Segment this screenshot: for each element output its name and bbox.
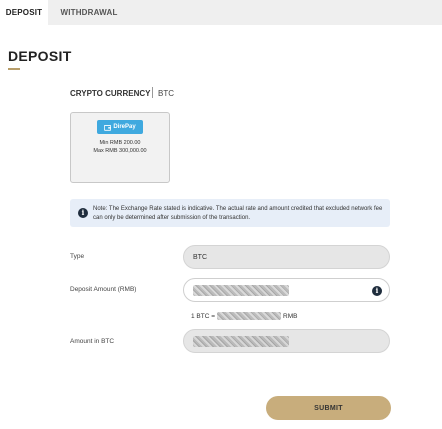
direpay-logo: DirePay (97, 120, 143, 134)
amount-in-btc-field (183, 329, 390, 353)
rate-prefix: 1 BTC = (191, 312, 216, 320)
submit-button[interactable]: SUBMIT (266, 396, 391, 420)
redacted-rate (217, 312, 282, 320)
title-underline (8, 68, 20, 70)
info-icon: i (78, 208, 88, 218)
rate-suffix: RMB (283, 312, 298, 320)
note-text: Note: The Exchange Rate stated is indica… (93, 206, 383, 221)
exchange-rate-line: 1 BTC = RMB (191, 311, 297, 321)
redacted-btc-amount (193, 335, 289, 347)
direpay-logo-text: DirePay (113, 124, 136, 130)
type-value: BTC (193, 253, 207, 261)
redacted-amount (193, 284, 289, 296)
exchange-rate-note: i Note: The Exchange Rate stated is indi… (70, 199, 390, 227)
payment-min-amount: Min RMB 200.00 (99, 140, 141, 146)
deposit-amount-label: Deposit Amount (RMB) (70, 286, 137, 293)
tab-deposit[interactable]: DEPOSIT (0, 0, 48, 25)
crypto-currency-label: CRYPTO CURRENCY (70, 89, 151, 98)
amount-info-icon[interactable]: i (372, 286, 382, 296)
crypto-currency-value: BTC (158, 89, 174, 98)
payment-max-amount: Max RMB 300,000.00 (93, 148, 147, 154)
tab-withdrawal[interactable]: WITHDRAWAL (48, 0, 130, 25)
payment-method-card[interactable]: DirePay Min RMB 200.00 Max RMB 300,000.0… (70, 112, 170, 183)
tab-bar: DEPOSIT WITHDRAWAL (0, 0, 442, 25)
amount-in-btc-label: Amount in BTC (70, 338, 115, 345)
deposit-amount-input[interactable]: i (183, 278, 390, 302)
page-title: DEPOSIT (8, 48, 72, 64)
type-field: BTC (183, 245, 390, 269)
crypto-separator (152, 87, 153, 98)
wallet-icon (104, 124, 112, 131)
type-label: Type (70, 253, 85, 260)
